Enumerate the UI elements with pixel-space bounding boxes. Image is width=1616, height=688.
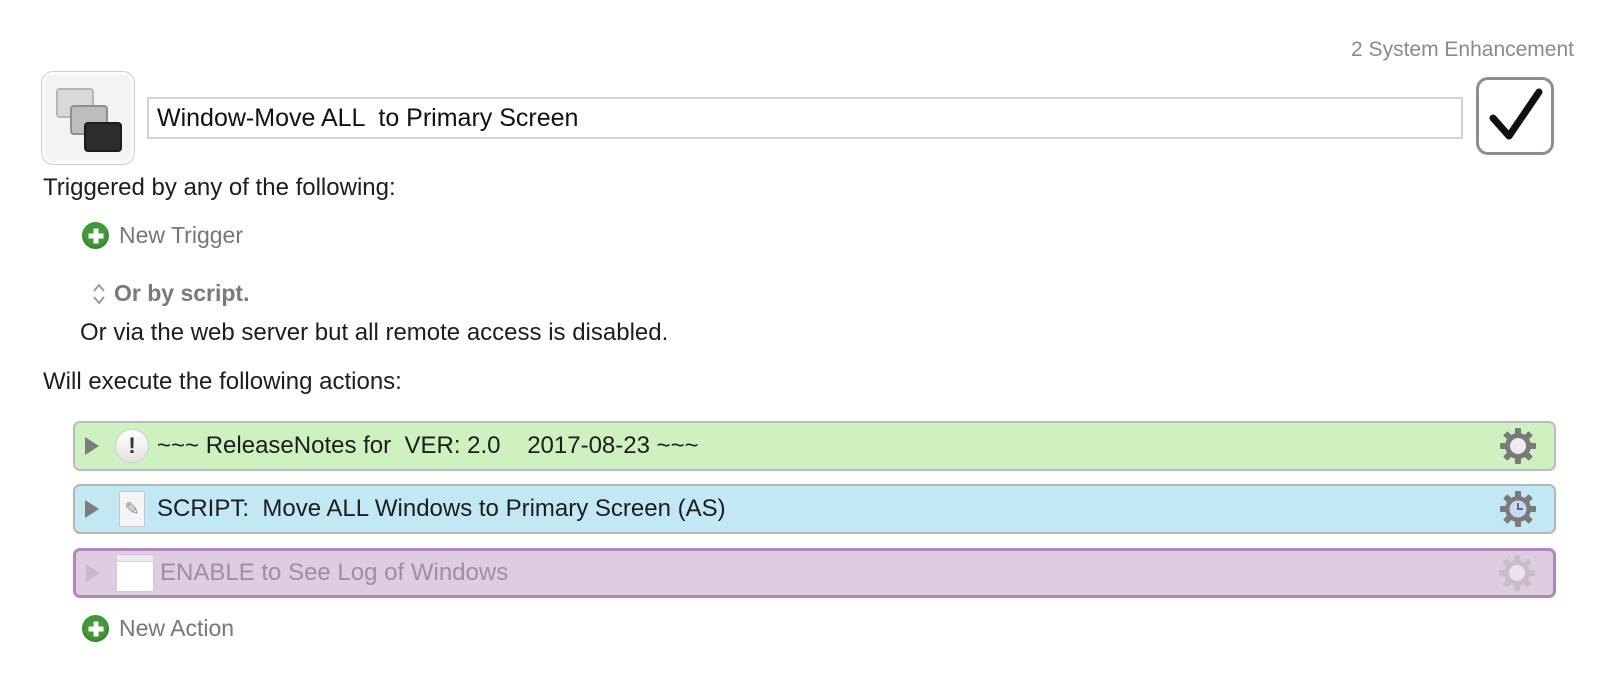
macro-group-label[interactable]: 2 System Enhancement: [1351, 38, 1574, 62]
up-down-chevron-icon: [93, 282, 105, 305]
log-window-icon: [116, 554, 154, 592]
new-action-button[interactable]: New Action: [82, 615, 234, 642]
disclosure-triangle-icon[interactable]: [85, 500, 99, 518]
action-title: SCRIPT: Move ALL Windows to Primary Scre…: [157, 495, 726, 522]
action-row[interactable]: ✎ SCRIPT: Move ALL Windows to Primary Sc…: [73, 484, 1556, 534]
script-trigger-toggle[interactable]: Or by script.: [92, 280, 249, 307]
stacked-windows-icon[interactable]: [41, 71, 135, 165]
action-title: ENABLE to See Log of Windows: [160, 559, 509, 586]
action-row[interactable]: ! ~~~ ReleaseNotes for VER: 2.0 2017-08-…: [73, 421, 1556, 471]
action-title: ~~~ ReleaseNotes for VER: 2.0 2017-08-23…: [157, 432, 699, 459]
gear-icon[interactable]: [1498, 426, 1538, 466]
script-icon: ✎: [119, 491, 145, 527]
new-action-label: New Action: [119, 615, 235, 641]
web-server-note: Or via the web server but all remote acc…: [80, 319, 669, 346]
checkmark-icon: [1489, 88, 1543, 140]
window-shape: [84, 122, 122, 152]
new-trigger-label: New Trigger: [119, 222, 243, 248]
triggers-heading: Triggered by any of the following:: [43, 174, 396, 201]
disclosure-triangle-icon[interactable]: [85, 437, 99, 455]
actions-heading: Will execute the following actions:: [43, 368, 402, 395]
macro-name-input[interactable]: [147, 97, 1463, 139]
macro-enabled-checkbox[interactable]: [1476, 77, 1554, 155]
action-row-disabled[interactable]: ENABLE to See Log of Windows: [73, 548, 1556, 598]
new-trigger-button[interactable]: New Trigger: [82, 222, 243, 249]
plus-icon: [82, 222, 109, 249]
note-icon: !: [115, 429, 149, 463]
macro-editor: 2 System Enhancement Triggered by any of…: [0, 0, 1616, 688]
gear-icon[interactable]: [1497, 553, 1537, 593]
plus-icon: [82, 615, 109, 642]
gear-clock-icon[interactable]: [1498, 489, 1538, 529]
disclosure-triangle-icon[interactable]: [86, 564, 100, 582]
script-trigger-label: Or by script.: [114, 280, 250, 306]
